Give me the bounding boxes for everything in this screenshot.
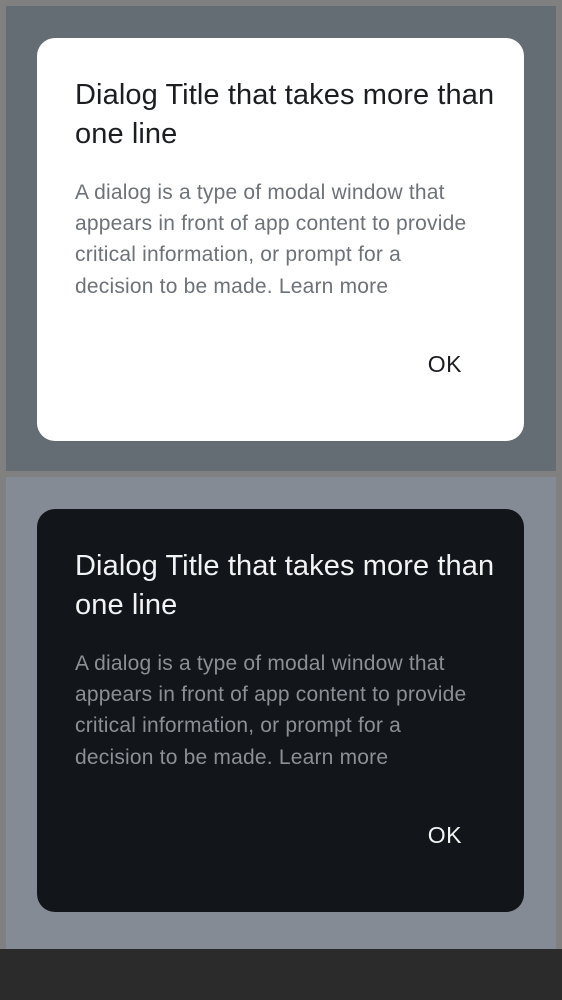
dark-dialog-scrim: Dialog Title that takes more than one li… <box>6 477 556 949</box>
navigation-bar <box>0 949 562 1000</box>
dialog-supporting-text: A dialog is a type of modal window that … <box>75 652 467 769</box>
dark-dialog: Dialog Title that takes more than one li… <box>37 509 524 912</box>
dialog-title: Dialog Title that takes more than one li… <box>75 79 495 150</box>
dialog-title: Dialog Title that takes more than one li… <box>75 550 495 621</box>
light-dialog: Dialog Title that takes more than one li… <box>37 38 524 441</box>
dialog-supporting-text: A dialog is a type of modal window that … <box>75 181 467 298</box>
light-dialog-scrim: Dialog Title that takes more than one li… <box>6 6 556 471</box>
ok-button[interactable]: OK <box>428 819 462 851</box>
ok-button[interactable]: OK <box>428 348 462 380</box>
